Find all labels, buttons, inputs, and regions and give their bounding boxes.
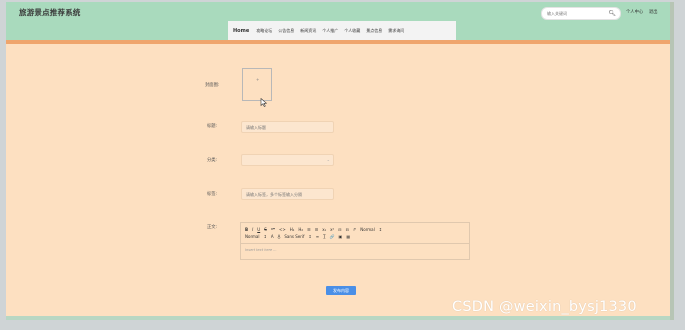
size-select[interactable]: Normal <box>360 227 374 232</box>
cover-upload[interactable]: + <box>242 68 272 101</box>
search-icon[interactable]: 🔍︎ <box>608 9 616 18</box>
size-select-arrow[interactable]: ↕ <box>379 227 382 232</box>
app-frame: 旅游景点推荐系统 🔍︎ 个人中心 退出 Home 攻略论坛 公告信息 新闻资讯 … <box>6 2 670 320</box>
nav-item-inquiry[interactable]: 需求询问 <box>385 21 407 41</box>
header1-button[interactable]: H₁ <box>290 227 295 232</box>
editor-toolbar-row-2: Normal ↕ A A̲ Sans Serif ↕ ≡ T̲ 🔗 ▣ ▦ <box>245 233 354 240</box>
nav-item-favorites[interactable]: 个人收藏 <box>341 21 363 41</box>
font-select[interactable]: Sans Serif <box>284 234 304 239</box>
clean-button[interactable]: T̲ <box>323 234 325 239</box>
header: 旅游景点推荐系统 🔍︎ 个人中心 退出 Home 攻略论坛 公告信息 新闻资讯 … <box>6 2 670 41</box>
scrollbar[interactable] <box>670 2 674 320</box>
indent-button[interactable]: ⊟ <box>346 227 349 232</box>
accent-strip <box>6 40 670 44</box>
nav-item-personal[interactable]: 个人推广 <box>319 21 341 41</box>
watermark: CSDN @weixin_bysj1330 <box>452 299 637 315</box>
submit-button[interactable]: 发布内容 <box>326 286 356 295</box>
category-label: 分类: <box>207 158 218 163</box>
title-input[interactable] <box>241 121 334 133</box>
site-title: 旅游景点推荐系统 <box>19 8 81 17</box>
main-nav: Home 攻略论坛 公告信息 新闻资讯 个人推广 个人收藏 景点信息 需求询问 <box>228 21 456 41</box>
nav-item-news[interactable]: 新闻资讯 <box>297 21 319 41</box>
tags-input[interactable] <box>241 188 334 200</box>
align-button[interactable]: ≡ <box>316 234 319 239</box>
color-button[interactable]: A <box>271 234 274 239</box>
superscript-button[interactable]: x² <box>330 227 334 232</box>
nav-item-home[interactable]: Home <box>228 21 253 41</box>
link-icon[interactable]: 🔗 <box>330 234 335 239</box>
font-select-arrow[interactable]: ↕ <box>308 234 311 239</box>
bullet-list-button[interactable]: ☰ <box>315 227 319 232</box>
nav-item-attractions[interactable]: 景点信息 <box>363 21 385 41</box>
image-icon[interactable]: ▣ <box>339 234 343 239</box>
user-center-link[interactable]: 个人中心 <box>626 9 643 15</box>
editor-placeholder[interactable]: Insert text here ... <box>245 248 277 252</box>
italic-button[interactable]: I <box>252 227 253 232</box>
chevron-down-icon: ⌄ <box>326 157 330 162</box>
plus-icon: + <box>256 77 260 82</box>
heading-select-arrow[interactable]: ↕ <box>263 234 266 239</box>
search-box[interactable]: 🔍︎ <box>541 7 621 20</box>
code-button[interactable]: <> <box>279 227 286 232</box>
editor-toolbar-row-1: B I U S ❝❞ <> H₁ H₂ ☰ ☰ x₁ x² ⊟ ⊟ ↱ Norm… <box>245 226 386 233</box>
underline-button[interactable]: U <box>257 227 260 232</box>
ordered-list-button[interactable]: ☰ <box>307 227 311 232</box>
nav-item-announcements[interactable]: 公告信息 <box>275 21 297 41</box>
outdent-button[interactable]: ⊟ <box>338 227 341 232</box>
header2-button[interactable]: H₂ <box>298 227 303 232</box>
footer-strip <box>6 316 670 320</box>
category-select[interactable]: ⌄ <box>241 154 334 166</box>
heading-select[interactable]: Normal <box>245 234 259 239</box>
logout-link[interactable]: 退出 <box>649 9 658 15</box>
rich-text-editor[interactable]: B I U S ❝❞ <> H₁ H₂ ☰ ☰ x₁ x² ⊟ ⊟ ↱ Norm… <box>240 222 470 260</box>
direction-button[interactable]: ↱ <box>353 227 356 232</box>
strike-button[interactable]: S <box>264 227 267 232</box>
search-input[interactable] <box>547 8 605 19</box>
editor-divider <box>241 243 469 244</box>
blockquote-button[interactable]: ❝❞ <box>271 227 275 232</box>
subscript-button[interactable]: x₁ <box>322 227 326 232</box>
cursor-icon <box>260 98 267 107</box>
tags-label: 标签: <box>207 192 218 197</box>
nav-item-forum[interactable]: 攻略论坛 <box>253 21 275 41</box>
background-button[interactable]: A̲ <box>278 234 281 239</box>
title-label: 标题: <box>207 124 218 129</box>
cover-label: 封面图: <box>205 83 220 88</box>
bold-button[interactable]: B <box>245 227 248 232</box>
video-icon[interactable]: ▦ <box>346 234 350 239</box>
content-label: 正文: <box>207 225 218 230</box>
